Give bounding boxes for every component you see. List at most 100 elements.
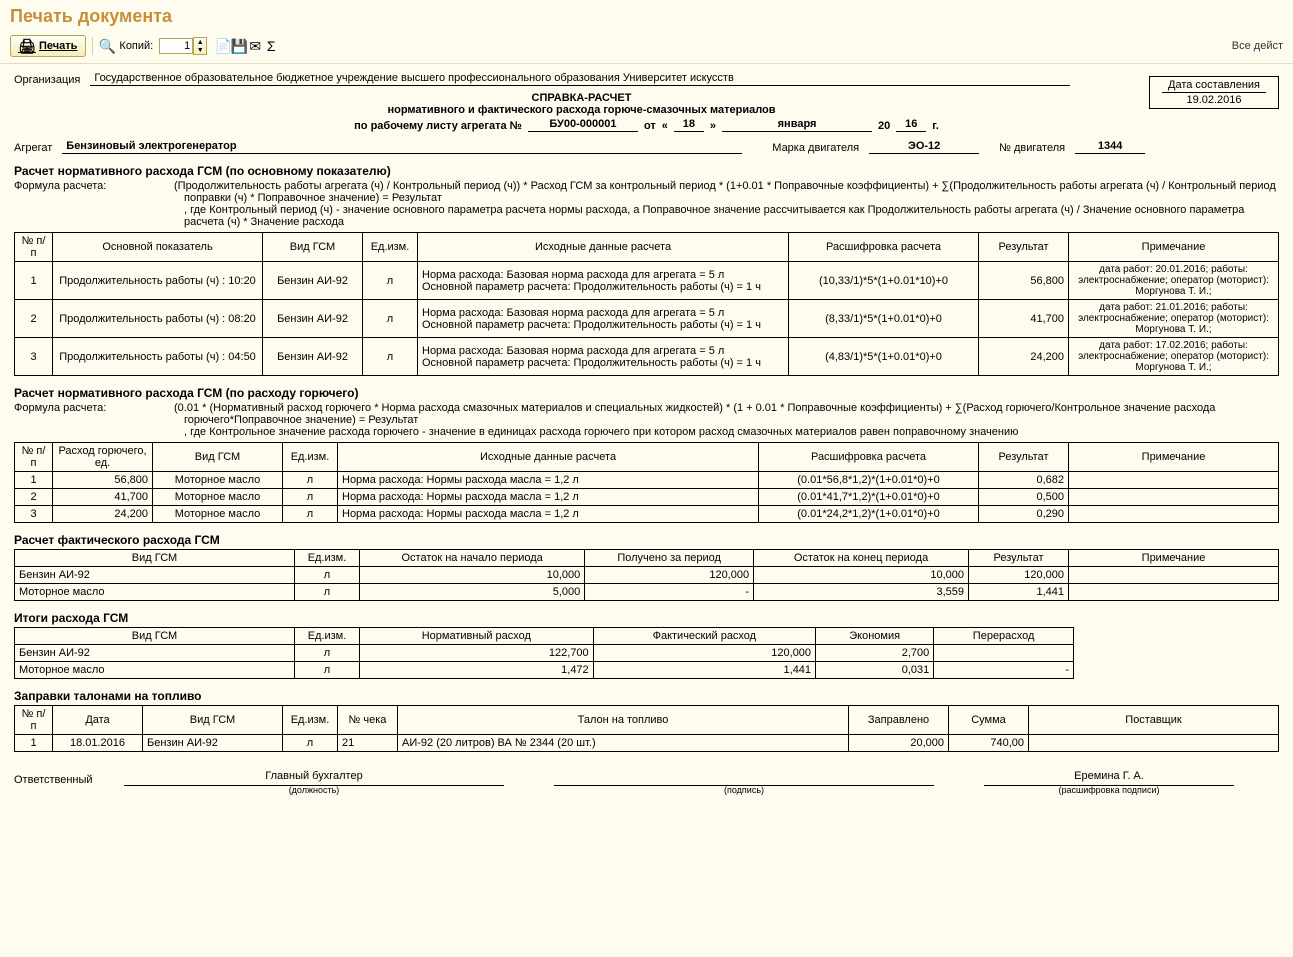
table-cell: 120,000 xyxy=(585,567,754,584)
aggregate-label: Агрегат xyxy=(14,142,52,154)
table-cell: 3 xyxy=(15,338,53,376)
table-cell: 2,700 xyxy=(816,645,934,662)
table-cell: Моторное масло xyxy=(153,506,283,523)
toolbar: 🖨 Печать 🔍 Копий: ▲▼ 📄 💾 ✉ Σ Все дейст xyxy=(0,31,1293,64)
print-button-label: Печать xyxy=(39,40,77,52)
table-header: Вид ГСМ xyxy=(15,628,295,645)
section5-table: № п/пДатаВид ГСМЕд.изм.№ чекаТалон на то… xyxy=(14,705,1279,752)
table-header: № п/п xyxy=(15,706,53,735)
table-row: 1Продолжительность работы (ч) : 10:20Бен… xyxy=(15,262,1279,300)
sum-icon[interactable]: Σ xyxy=(263,38,279,54)
preview-icon[interactable]: 🔍 xyxy=(99,38,115,54)
responsible-label: Ответственный xyxy=(14,774,114,786)
table-cell: 24,200 xyxy=(979,338,1069,376)
aggregate-value: Бензиновый электрогенератор xyxy=(62,140,742,154)
table-header: Экономия xyxy=(816,628,934,645)
table-header: № п/п xyxy=(15,443,53,472)
table-cell: 0,682 xyxy=(979,472,1069,489)
section2-title: Расчет нормативного расхода ГСМ (по расх… xyxy=(14,386,1279,400)
table-header: Ед.изм. xyxy=(295,550,360,567)
table-row: 324,200Моторное маслолНорма расхода: Нор… xyxy=(15,506,1279,523)
table-cell: Моторное масло xyxy=(153,489,283,506)
table-cell: дата работ: 17.02.2016; работы: электрос… xyxy=(1069,338,1279,376)
table-header: Поставщик xyxy=(1029,706,1279,735)
doc-day: 18 xyxy=(674,118,704,132)
table-cell: 1,441 xyxy=(969,584,1069,601)
table-cell: 1,441 xyxy=(593,662,815,679)
table-cell xyxy=(1069,472,1279,489)
table-cell: 0,031 xyxy=(816,662,934,679)
table-cell: Бензин АИ-92 xyxy=(15,567,295,584)
table-header: Получено за период xyxy=(585,550,754,567)
table-cell xyxy=(1069,584,1279,601)
table-cell: 2 xyxy=(15,300,53,338)
section3-table: Вид ГСМЕд.изм.Остаток на начало периодаП… xyxy=(14,549,1279,601)
section3-title: Расчет фактического расхода ГСМ xyxy=(14,533,1279,547)
table-cell: - xyxy=(585,584,754,601)
table-row: 118.01.2016Бензин АИ-92л21АИ-92 (20 литр… xyxy=(15,735,1279,752)
page-setup-icon[interactable]: 📄 xyxy=(215,38,231,54)
table-header: Ед.изм. xyxy=(363,233,418,262)
section1-table: № п/пОсновной показательВид ГСМЕд.изм.Ис… xyxy=(14,232,1279,376)
table-header: Расшифровка расчета xyxy=(759,443,979,472)
table-cell: л xyxy=(363,338,418,376)
date-block: Дата составления 19.02.2016 xyxy=(1149,76,1279,109)
section4-title: Итоги расхода ГСМ xyxy=(14,611,1279,625)
sign-signature: (подпись) xyxy=(554,770,934,786)
email-icon[interactable]: ✉ xyxy=(247,38,263,54)
table-cell: Норма расхода: Нормы расхода масла = 1,2… xyxy=(338,489,759,506)
table-cell: Моторное масло xyxy=(153,472,283,489)
table-cell: 56,800 xyxy=(979,262,1069,300)
table-cell: Бензин АИ-92 xyxy=(263,338,363,376)
table-cell: 10,000 xyxy=(754,567,969,584)
table-cell: Норма расхода: Нормы расхода масла = 1,2… xyxy=(338,506,759,523)
table-header: Результат xyxy=(979,233,1069,262)
table-cell: л xyxy=(283,735,338,752)
table-cell: 21 xyxy=(338,735,398,752)
sign-position: Главный бухгалтер (должность) xyxy=(124,770,504,786)
separator xyxy=(92,37,93,55)
doc-month: января xyxy=(722,118,872,132)
table-row: 2Продолжительность работы (ч) : 08:20Бен… xyxy=(15,300,1279,338)
table-cell: Бензин АИ-92 xyxy=(263,262,363,300)
section1-title: Расчет нормативного расхода ГСМ (по осно… xyxy=(14,164,1279,178)
table-row: 156,800Моторное маслолНорма расхода: Нор… xyxy=(15,472,1279,489)
window-title: Печать документа xyxy=(0,0,1293,31)
table-cell: 20,000 xyxy=(849,735,949,752)
table-header: Вид ГСМ xyxy=(15,550,295,567)
table-cell: л xyxy=(295,645,360,662)
print-button[interactable]: 🖨 Печать xyxy=(10,35,86,57)
sign-name: Еремина Г. А. (расшифровка подписи) xyxy=(984,770,1234,786)
table-cell: Продолжительность работы (ч) : 08:20 xyxy=(53,300,263,338)
table-header: Исходные данные расчета xyxy=(338,443,759,472)
table-cell: дата работ: 21.01.2016; работы: электрос… xyxy=(1069,300,1279,338)
save-icon[interactable]: 💾 xyxy=(231,38,247,54)
table-cell xyxy=(1029,735,1279,752)
table-cell: л xyxy=(363,300,418,338)
engine-brand-label: Марка двигателя xyxy=(772,142,859,154)
table-header: № п/п xyxy=(15,233,53,262)
copies-label: Копий: xyxy=(119,40,153,52)
copies-input[interactable] xyxy=(159,38,193,54)
table-cell: Продолжительность работы (ч) : 10:20 xyxy=(53,262,263,300)
table-row: Бензин АИ-92л122,700120,0002,700 xyxy=(15,645,1074,662)
all-actions-link[interactable]: Все дейст xyxy=(1232,40,1283,52)
table-row: 3Продолжительность работы (ч) : 04:50Бен… xyxy=(15,338,1279,376)
org-label: Организация xyxy=(14,74,80,86)
date-label: Дата составления xyxy=(1162,78,1266,93)
table-cell: Бензин АИ-92 xyxy=(15,645,295,662)
table-cell: 2 xyxy=(15,489,53,506)
copies-stepper[interactable]: ▲▼ xyxy=(193,37,207,55)
table-cell: л xyxy=(295,567,360,584)
section2-formula: Формула расчета:(0.01 * (Нормативный рас… xyxy=(14,402,1279,438)
table-header: Сумма xyxy=(949,706,1029,735)
table-row: 241,700Моторное маслолНорма расхода: Нор… xyxy=(15,489,1279,506)
org-value: Государственное образовательное бюджетно… xyxy=(90,72,1070,86)
table-header: Талон на топливо xyxy=(398,706,849,735)
table-cell xyxy=(934,645,1074,662)
table-header: Вид ГСМ xyxy=(263,233,363,262)
table-cell: 3,559 xyxy=(754,584,969,601)
table-header: Нормативный расход xyxy=(360,628,594,645)
doc-year: 16 xyxy=(896,118,926,132)
table-header: Результат xyxy=(969,550,1069,567)
